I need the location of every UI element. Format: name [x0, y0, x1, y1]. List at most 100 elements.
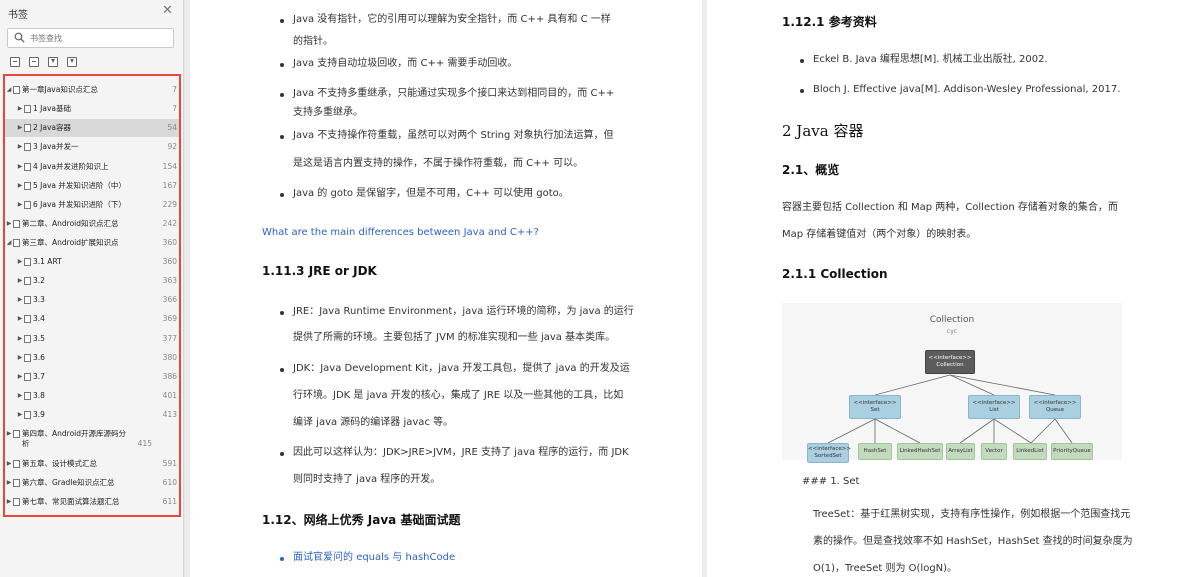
bullet: [280, 19, 284, 23]
bullet: [280, 368, 284, 372]
chevron-right-icon[interactable]: ▶: [6, 478, 12, 488]
link-equals-hashcode[interactable]: 面试官爱问的 equals 与 hashCode: [293, 551, 455, 565]
priorityqueue-node: PriorityQueue: [1051, 443, 1093, 460]
bookmark-label: 第二章、Android知识点汇总: [22, 219, 119, 228]
document-icon: [24, 258, 31, 266]
bookmark-page-number: 360: [162, 257, 177, 266]
chevron-right-icon[interactable]: ▶: [17, 104, 23, 114]
document-icon: [24, 373, 31, 381]
document-icon: [13, 479, 20, 487]
bookmark-label: 1 Java基础: [33, 104, 71, 113]
bookmark-section[interactable]: ▶ 5 Java 并发知识进阶（中） 167: [5, 181, 179, 191]
page-left: Java 没有指针，它的引用可以理解为安全指针，而 C++ 具有和 C 一样 的…: [190, 0, 702, 577]
bookmark-page-number: 229: [162, 200, 177, 209]
close-icon[interactable]: ✕: [162, 3, 173, 18]
expand-all-icon[interactable]: [10, 57, 20, 67]
document-icon: [24, 296, 31, 304]
list-interface-node: <<interface>> List: [968, 395, 1020, 419]
text-line: TreeSet：基于红黑树实现，支持有序性操作，例如根据一个范围查找元: [813, 509, 1131, 520]
collapse-all-icon[interactable]: [29, 57, 39, 67]
vector-node: Vector: [981, 443, 1007, 460]
document-icon: [24, 277, 31, 285]
chevron-right-icon[interactable]: ▶: [17, 257, 23, 267]
bookmark-icon[interactable]: [67, 57, 77, 67]
document-icon: [24, 335, 31, 343]
chevron-down-icon[interactable]: ◢: [6, 85, 12, 95]
chevron-right-icon[interactable]: ▶: [17, 353, 23, 363]
bookmark-search-input[interactable]: [30, 31, 170, 45]
document-icon: [13, 460, 20, 468]
bookmark-label: 第五章、设计模式汇总: [22, 459, 97, 468]
bookmark-page-number: 380: [162, 353, 177, 362]
bookmark-chapter[interactable]: ▶ 第二章、Android知识点汇总 242: [5, 219, 179, 229]
chevron-right-icon[interactable]: ▶: [17, 334, 23, 344]
bookmark-section[interactable]: ▶ 3.6 380: [5, 353, 179, 363]
bookmark-section[interactable]: ▶ 3.2 363: [5, 276, 179, 286]
bookmark-section[interactable]: ▶ 3.1 ART 360: [5, 257, 179, 267]
bookmark-section[interactable]: ▶ 4 Java并发进阶知识上 154: [5, 162, 179, 172]
queue-interface-node: <<interface>> Queue: [1029, 395, 1081, 419]
bookmark-page-number: 591: [162, 459, 177, 468]
bookmark-section[interactable]: ▶ 3 Java并发一 92: [5, 142, 179, 152]
bookmark-chapter[interactable]: ◢ 第三章、Android扩展知识点 360: [5, 238, 179, 248]
chevron-right-icon[interactable]: ▶: [6, 429, 12, 439]
chevron-right-icon[interactable]: ▶: [17, 276, 23, 286]
document-icon: [24, 143, 31, 151]
bookmark-label: 3.1 ART: [33, 257, 62, 266]
text-line: Java 不支持多重继承，只能通过实现多个接口来达到相同目的，而 C++: [293, 88, 615, 99]
text-line: 是这是语言内置支持的操作，不属于操作符重载，而 C++ 可以。: [293, 158, 584, 169]
document-icon: [24, 105, 31, 113]
bookmark-section[interactable]: ▶ 3.3 366: [5, 295, 179, 305]
bookmark-label: 4 Java并发进阶知识上: [33, 162, 109, 171]
chevron-right-icon[interactable]: ▶: [17, 162, 23, 172]
bookmark-label: 第三章、Android扩展知识点: [22, 238, 119, 247]
bookmark-chapter[interactable]: ▶ 第七章、常见面试算法题汇总 611: [5, 497, 179, 507]
bookmark-section[interactable]: ▶ 3.4 369: [5, 314, 179, 324]
chevron-right-icon[interactable]: ▶: [17, 410, 23, 420]
document-icon: [24, 354, 31, 362]
chevron-right-icon[interactable]: ▶: [17, 142, 23, 152]
bookmark-section[interactable]: ▶ 3.9 413: [5, 410, 179, 420]
chevron-right-icon[interactable]: ▶: [17, 123, 23, 133]
bookmark-page-number: 242: [162, 219, 177, 228]
bookmark-section[interactable]: ▶ 3.8 401: [5, 391, 179, 401]
document-icon: [24, 201, 31, 209]
add-bookmark-icon[interactable]: [48, 57, 58, 67]
chevron-right-icon[interactable]: ▶: [6, 459, 12, 469]
chevron-right-icon[interactable]: ▶: [17, 181, 23, 191]
bookmark-page-number: 167: [162, 181, 177, 190]
bullet: [280, 63, 284, 67]
bookmark-section[interactable]: ▶ 2 Java容器 54: [5, 119, 179, 137]
chevron-right-icon[interactable]: ▶: [17, 295, 23, 305]
document-icon: [13, 430, 20, 438]
bookmark-page-number: 386: [162, 372, 177, 381]
bookmark-section[interactable]: ▶ 3.5 377: [5, 334, 179, 344]
bookmark-chapter[interactable]: ▶ 第四章、Android开源库源码分析 415: [5, 429, 179, 449]
chevron-down-icon[interactable]: ◢: [6, 238, 12, 248]
text-line: Java 支持自动垃圾回收，而 C++ 需要手动回收。: [293, 58, 518, 69]
bookmark-section[interactable]: ▶ 6 Java 并发知识进阶（下） 229: [5, 200, 179, 210]
heading-chapter-2: 2 Java 容器: [782, 122, 864, 140]
chevron-right-icon[interactable]: ▶: [17, 391, 23, 401]
bullet: [800, 89, 804, 93]
chevron-right-icon[interactable]: ▶: [17, 372, 23, 382]
link-java-cpp-diff[interactable]: What are the main differences between Ja…: [262, 226, 539, 240]
bookmark-page-number: 360: [162, 238, 177, 247]
bookmark-tree: ◢ 第一章Java知识点汇总 7 ▶ 1 Java基础 7 ▶ 2 Java容器 54 ▶ 3 Ja…: [3, 74, 181, 517]
bookmark-search-box[interactable]: [7, 28, 174, 48]
bookmark-chapter[interactable]: ▶ 第五章、设计模式汇总 591: [5, 459, 179, 469]
document-icon: [13, 220, 20, 228]
bullet: [280, 311, 284, 315]
text-line: 支持多重继承。: [293, 107, 363, 118]
chevron-right-icon[interactable]: ▶: [6, 219, 12, 229]
hashset-node: HashSet: [858, 443, 892, 460]
bookmark-section[interactable]: ▶ 3.7 386: [5, 372, 179, 382]
chevron-right-icon[interactable]: ▶: [17, 200, 23, 210]
document-icon: [24, 163, 31, 171]
bookmark-section[interactable]: ▶ 1 Java基础 7: [5, 104, 179, 114]
bookmark-chapter[interactable]: ◢ 第一章Java知识点汇总 7: [5, 85, 179, 95]
chevron-right-icon[interactable]: ▶: [17, 314, 23, 324]
chevron-right-icon[interactable]: ▶: [6, 497, 12, 507]
collection-interface-node: <<interface>> Collection: [925, 350, 975, 374]
bookmark-chapter[interactable]: ▶ 第六章、Gradle知识点汇总 610: [5, 478, 179, 488]
